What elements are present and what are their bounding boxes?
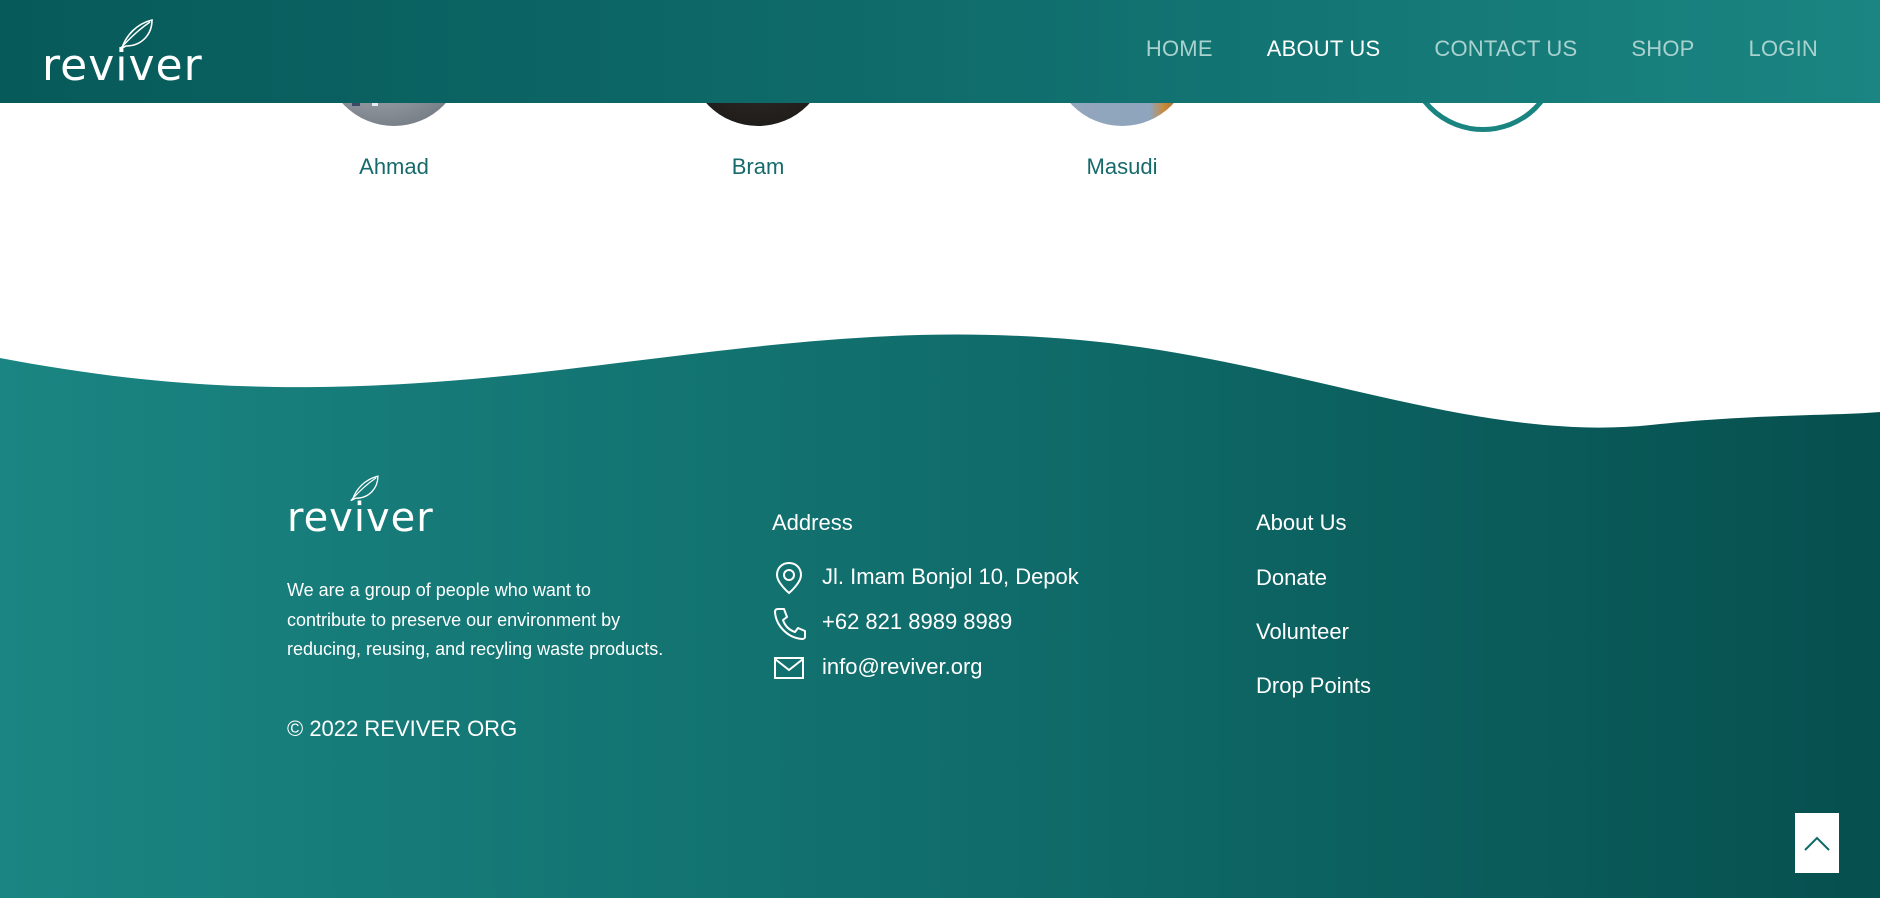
footer-about-text: We are a group of people who want to con…: [287, 580, 664, 659]
email-text[interactable]: info@reviver.org: [822, 654, 983, 680]
site-footer: reviver We are a group of people who wan…: [0, 330, 1880, 898]
scroll-to-top-button[interactable]: [1795, 813, 1839, 873]
contact-phone: +62 821 8989 8989: [772, 605, 1012, 640]
phone-icon: [772, 605, 806, 640]
footer-logo[interactable]: reviver: [287, 474, 433, 538]
contact-email: info@reviver.org: [772, 650, 983, 684]
team-name-ahmad: Ahmad: [359, 154, 429, 179]
footer-logo-wordmark: reviver: [287, 495, 434, 541]
location-pin-icon: [772, 560, 806, 595]
footer-content: reviver We are a group of people who wan…: [0, 330, 1880, 898]
site-header: reviver HOME ABOUT US CONTACT US SHOP LO…: [0, 0, 1880, 103]
nav-about-us[interactable]: ABOUT US: [1267, 36, 1381, 62]
nav-login[interactable]: LOGIN: [1749, 36, 1818, 62]
nav-contact-us[interactable]: CONTACT US: [1434, 36, 1577, 62]
contact-address: Jl. Imam Bonjol 10, Depok: [772, 560, 1079, 595]
footer-link-about-us[interactable]: About Us: [1256, 510, 1347, 536]
footer-copyright: © 2022 REVIVER ORG: [287, 716, 518, 741]
address-text: Jl. Imam Bonjol 10, Depok: [822, 564, 1079, 589]
address-title: Address: [772, 510, 853, 535]
main-nav: HOME ABOUT US CONTACT US SHOP LOGIN: [1146, 36, 1818, 62]
logo-wordmark: reviver: [42, 40, 203, 91]
footer-link-drop-points[interactable]: Drop Points: [1256, 673, 1371, 699]
chevron-up-icon: [1804, 836, 1830, 851]
footer-link-donate[interactable]: Donate: [1256, 565, 1327, 591]
nav-shop[interactable]: SHOP: [1631, 36, 1694, 62]
envelope-icon: [772, 650, 806, 684]
team-name-bram: Bram: [731, 154, 785, 179]
team-name-masudi: Masudi: [1086, 154, 1158, 179]
header-logo[interactable]: reviver: [42, 18, 203, 91]
nav-home[interactable]: HOME: [1146, 36, 1213, 62]
footer-link-volunteer[interactable]: Volunteer: [1256, 619, 1349, 645]
phone-text[interactable]: +62 821 8989 8989: [822, 609, 1012, 635]
